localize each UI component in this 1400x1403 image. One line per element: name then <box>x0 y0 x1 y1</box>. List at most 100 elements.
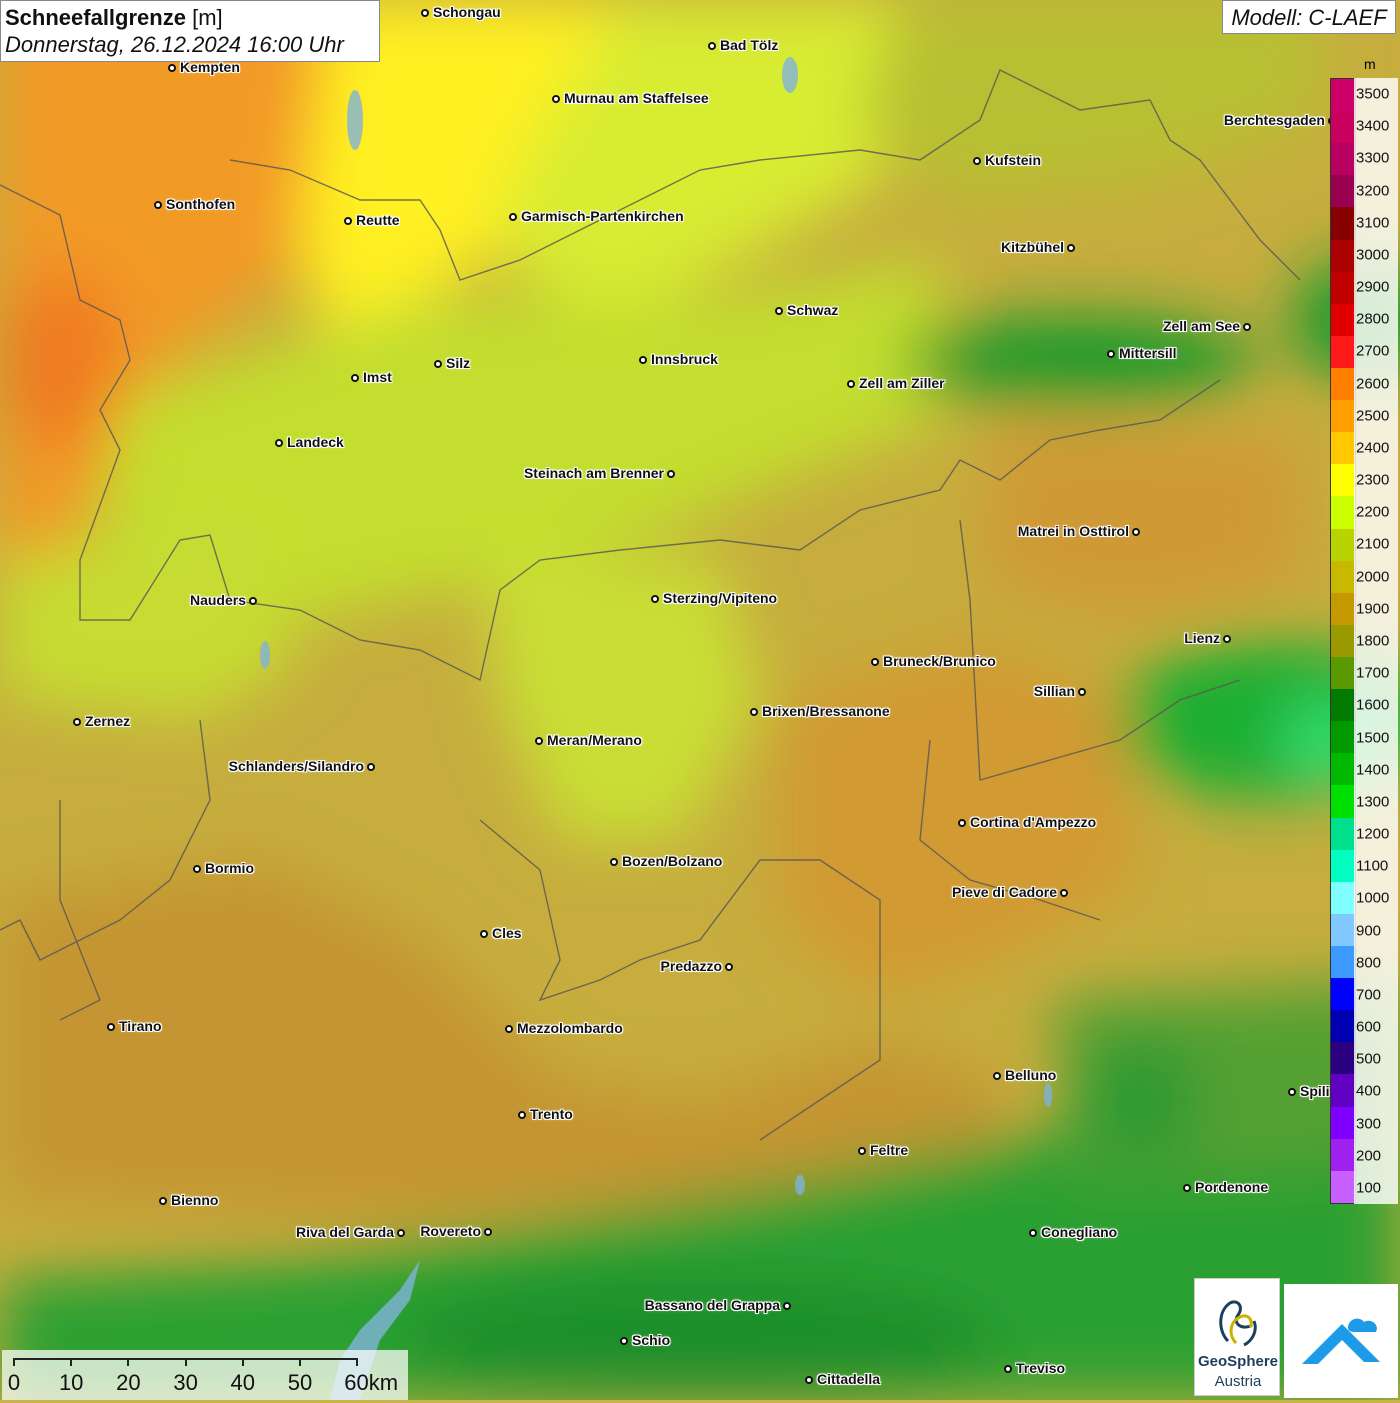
city-marker <box>1029 1229 1037 1237</box>
scale-label: 20 <box>116 1370 141 1395</box>
legend-value: 2300 <box>1356 471 1390 489</box>
legend-value: 500 <box>1356 1050 1382 1068</box>
legend-swatch <box>1331 1138 1355 1171</box>
city-label: Sterzing/Vipiteno <box>663 590 778 606</box>
city-label: Reutte <box>356 212 400 228</box>
city-marker <box>107 1023 115 1031</box>
city-label: Matrei in Osttirol <box>1017 523 1129 539</box>
city-label: Belluno <box>1005 1067 1057 1083</box>
legend-value: 300 <box>1356 1115 1382 1133</box>
city-label: Meran/Merano <box>547 732 642 748</box>
city-marker <box>1183 1184 1191 1192</box>
geosphere-swirl-icon <box>1219 1300 1257 1347</box>
city-label: Landeck <box>287 434 344 450</box>
city-label: Bruneck/Brunico <box>883 653 996 669</box>
city-label: Kempten <box>180 59 240 75</box>
title-box: Schneefallgrenze [m] Donnerstag, 26.12.2… <box>0 0 380 62</box>
city-marker <box>480 930 488 938</box>
city-label: Imst <box>363 369 392 385</box>
legend-value: 2400 <box>1356 439 1390 457</box>
legend-value: 2000 <box>1356 568 1390 586</box>
legend-value: 1400 <box>1356 761 1390 779</box>
city-marker <box>783 1302 791 1310</box>
city-label: Bormio <box>205 860 254 876</box>
city-label: Treviso <box>1016 1360 1066 1376</box>
city-marker <box>552 95 560 103</box>
city-label: Spili <box>1300 1083 1330 1099</box>
legend-swatch <box>1331 528 1355 561</box>
city-label: Zernez <box>85 713 131 729</box>
city-marker <box>1078 688 1086 696</box>
scale-label: 10 <box>58 1370 84 1395</box>
city-marker <box>639 356 647 364</box>
logo-line2: Austria <box>1214 1373 1262 1390</box>
legend-value: 3400 <box>1356 117 1390 135</box>
legend-value: 100 <box>1356 1179 1382 1197</box>
scale-label: 30 <box>173 1370 198 1395</box>
city-marker <box>708 42 716 50</box>
legend-swatch <box>1331 464 1355 497</box>
city-marker <box>367 763 375 771</box>
mountain-cloud-icon <box>1302 1318 1380 1364</box>
scale-tick <box>299 1358 301 1366</box>
legend-swatch <box>1331 1042 1355 1075</box>
city-marker <box>154 201 162 209</box>
city-label: Bozen/Bolzano <box>622 853 723 869</box>
city-marker <box>993 1072 1001 1080</box>
city-marker <box>344 217 352 225</box>
city-marker <box>1107 350 1115 358</box>
city-marker <box>505 1025 513 1033</box>
city-label: Steinach am Brenner <box>523 465 664 481</box>
city-marker <box>249 597 257 605</box>
legend-value: 1700 <box>1356 664 1390 682</box>
city-marker <box>1243 323 1251 331</box>
city-marker <box>1288 1088 1296 1096</box>
map-title: Schneefallgrenze [m] <box>5 4 375 32</box>
legend-swatch <box>1331 689 1355 722</box>
legend-value: 2700 <box>1356 342 1390 360</box>
city-label: Kitzbühel <box>1001 239 1064 255</box>
city-label: Pieve di Cadore <box>951 884 1057 900</box>
city-label: Cortina d'Ampezzo <box>970 814 1097 830</box>
model-label: Modell: C-LAEF <box>1222 0 1396 34</box>
scale-label: 0 <box>7 1370 21 1395</box>
city-marker <box>168 64 176 72</box>
legend-value: 900 <box>1356 922 1382 940</box>
city-label: Schongau <box>433 4 501 20</box>
legend-value: 3100 <box>1356 214 1390 232</box>
city-label: Murnau am Staffelsee <box>564 90 709 106</box>
city-label: Mittersill <box>1119 345 1177 361</box>
legend-value: 1200 <box>1356 825 1390 843</box>
legend-swatch <box>1331 881 1355 914</box>
legend-swatch <box>1331 592 1355 625</box>
scale-tick <box>241 1358 244 1366</box>
legend-value: 1900 <box>1356 600 1390 618</box>
city-marker <box>518 1111 526 1119</box>
legend-swatch <box>1331 753 1355 786</box>
legend-swatch <box>1331 945 1355 979</box>
city-label: Feltre <box>870 1142 909 1158</box>
city-label: Riva del Garda <box>295 1224 394 1240</box>
city-marker <box>1060 889 1068 897</box>
legend-swatch <box>1331 624 1355 657</box>
legend-swatch <box>1331 785 1355 818</box>
legend-value: 1500 <box>1356 729 1390 746</box>
city-marker <box>725 963 733 971</box>
legend-swatch <box>1331 400 1355 433</box>
city-marker <box>484 1228 492 1236</box>
city-marker <box>1132 528 1140 536</box>
title-unit: [m] <box>192 5 223 30</box>
city-marker <box>775 307 783 315</box>
legend-swatch <box>1331 432 1355 465</box>
legend-value: 1600 <box>1356 696 1390 714</box>
city-marker <box>871 658 879 666</box>
city-marker <box>434 360 442 368</box>
legend-swatch <box>1331 1010 1355 1043</box>
city-label: Trento <box>530 1106 573 1122</box>
city-label: Conegliano <box>1041 1224 1118 1240</box>
city-marker <box>620 1337 628 1345</box>
legend-swatch <box>1331 721 1355 754</box>
city-marker <box>1004 1365 1012 1373</box>
scale-tick <box>13 1358 15 1366</box>
legend-swatch <box>1331 143 1355 176</box>
